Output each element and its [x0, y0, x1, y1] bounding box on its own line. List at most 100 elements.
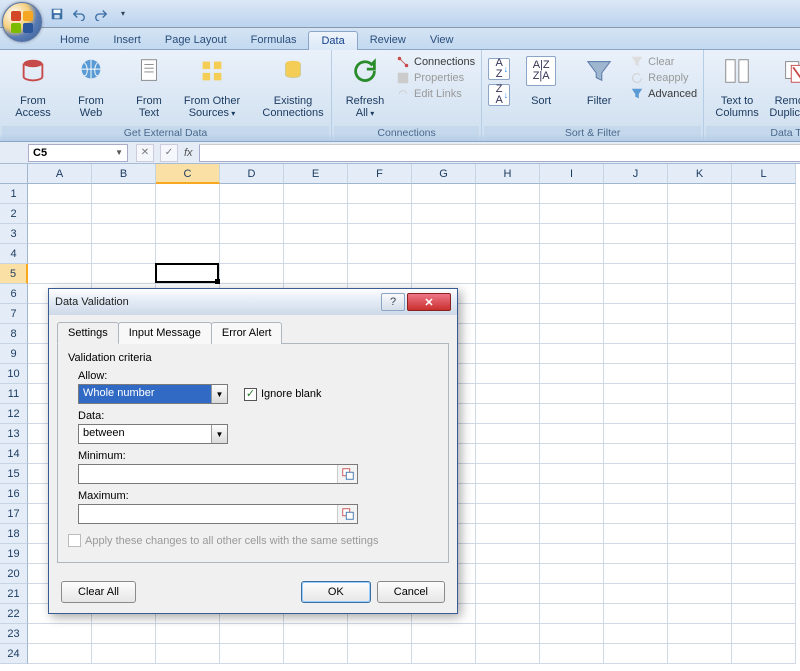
row-header[interactable]: 5 [0, 264, 28, 284]
cell[interactable] [604, 644, 668, 664]
row-header[interactable]: 22 [0, 604, 28, 624]
cell[interactable] [28, 264, 92, 284]
cell[interactable] [476, 204, 540, 224]
row-header[interactable]: 4 [0, 244, 28, 264]
cell[interactable] [732, 424, 796, 444]
cell[interactable] [220, 244, 284, 264]
cell[interactable] [604, 624, 668, 644]
from-other-sources-button[interactable]: From Other Sources [180, 52, 244, 121]
cell[interactable] [92, 204, 156, 224]
cell[interactable] [668, 344, 732, 364]
cell[interactable] [668, 564, 732, 584]
cell[interactable] [476, 424, 540, 444]
cancel-button[interactable]: Cancel [377, 581, 445, 603]
cell[interactable] [156, 624, 220, 644]
cell[interactable] [476, 444, 540, 464]
cell[interactable] [540, 324, 604, 344]
range-selector-icon[interactable] [337, 505, 357, 523]
row-header[interactable]: 10 [0, 364, 28, 384]
cell[interactable] [668, 284, 732, 304]
cell[interactable] [412, 264, 476, 284]
row-header[interactable]: 16 [0, 484, 28, 504]
cell[interactable] [732, 484, 796, 504]
tab-page-layout[interactable]: Page Layout [153, 31, 239, 49]
cell[interactable] [540, 204, 604, 224]
sort-desc-button[interactable]: ZA↓ [488, 84, 510, 106]
cell[interactable] [476, 184, 540, 204]
cell[interactable] [348, 184, 412, 204]
cell[interactable] [476, 624, 540, 644]
cell[interactable] [28, 184, 92, 204]
tab-home[interactable]: Home [48, 31, 101, 49]
dialog-tab-settings[interactable]: Settings [57, 322, 119, 344]
cell[interactable] [476, 344, 540, 364]
row-header[interactable]: 13 [0, 424, 28, 444]
cell[interactable] [668, 304, 732, 324]
office-button[interactable] [2, 2, 42, 42]
cell[interactable] [732, 524, 796, 544]
column-header[interactable]: D [220, 164, 284, 184]
dialog-tab-error-alert[interactable]: Error Alert [211, 322, 283, 344]
row-header[interactable]: 1 [0, 184, 28, 204]
cell[interactable] [540, 404, 604, 424]
cell[interactable] [92, 244, 156, 264]
cell[interactable] [668, 364, 732, 384]
cell[interactable] [156, 224, 220, 244]
data-combo[interactable]: between ▼ [78, 424, 228, 444]
dialog-tab-input-message[interactable]: Input Message [118, 322, 212, 344]
cell[interactable] [540, 344, 604, 364]
column-header[interactable]: H [476, 164, 540, 184]
cell[interactable] [732, 564, 796, 584]
row-header[interactable]: 8 [0, 324, 28, 344]
cell[interactable] [476, 244, 540, 264]
cell[interactable] [220, 644, 284, 664]
cell[interactable] [732, 204, 796, 224]
cell[interactable] [604, 604, 668, 624]
cell[interactable] [540, 224, 604, 244]
cell[interactable] [284, 624, 348, 644]
redo-icon[interactable] [92, 5, 110, 23]
cell[interactable] [92, 224, 156, 244]
cell[interactable] [604, 264, 668, 284]
cell[interactable] [476, 604, 540, 624]
advanced-filter-button[interactable]: Advanced [630, 87, 697, 101]
cell[interactable] [412, 624, 476, 644]
cell[interactable] [476, 544, 540, 564]
column-header[interactable]: F [348, 164, 412, 184]
cell[interactable] [540, 184, 604, 204]
cell[interactable] [668, 444, 732, 464]
column-header[interactable]: A [28, 164, 92, 184]
cell[interactable] [732, 444, 796, 464]
ignore-blank-checkbox[interactable]: ✓Ignore blank [244, 388, 322, 401]
row-header[interactable]: 12 [0, 404, 28, 424]
cell[interactable] [540, 424, 604, 444]
cell[interactable] [668, 324, 732, 344]
column-header[interactable]: J [604, 164, 668, 184]
cell[interactable] [604, 184, 668, 204]
sort-button[interactable]: A|ZZ|ASort [514, 52, 568, 109]
cell[interactable] [92, 644, 156, 664]
cell[interactable] [540, 444, 604, 464]
row-header[interactable]: 20 [0, 564, 28, 584]
cell[interactable] [348, 244, 412, 264]
cell[interactable] [476, 224, 540, 244]
cell[interactable] [412, 644, 476, 664]
cell[interactable] [604, 384, 668, 404]
cell[interactable] [604, 484, 668, 504]
column-header[interactable]: E [284, 164, 348, 184]
cell[interactable] [92, 624, 156, 644]
row-header[interactable]: 24 [0, 644, 28, 664]
row-header[interactable]: 2 [0, 204, 28, 224]
cell[interactable] [412, 184, 476, 204]
cell[interactable] [220, 204, 284, 224]
cell[interactable] [732, 344, 796, 364]
formula-input[interactable] [199, 144, 800, 162]
connections-button[interactable]: Connections [396, 55, 475, 69]
cell[interactable] [476, 364, 540, 384]
tab-insert[interactable]: Insert [101, 31, 153, 49]
row-header[interactable]: 15 [0, 464, 28, 484]
cell[interactable] [604, 404, 668, 424]
column-header[interactable]: L [732, 164, 796, 184]
cell[interactable] [604, 544, 668, 564]
cell[interactable] [668, 584, 732, 604]
